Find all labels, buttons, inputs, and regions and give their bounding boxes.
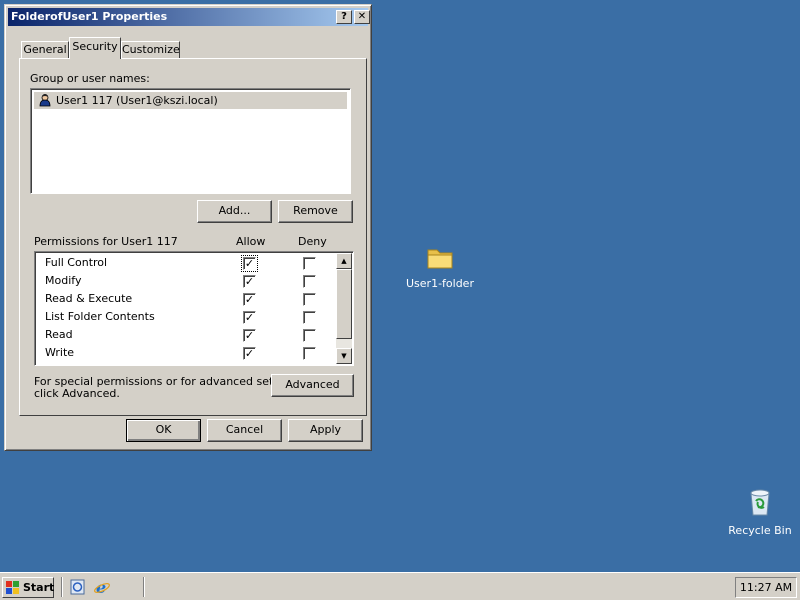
allow-checkbox[interactable]: ✓ (243, 275, 256, 288)
cancel-button[interactable]: Cancel (207, 419, 282, 442)
desktop-icon-user1-folder[interactable]: User1-folder (400, 246, 480, 290)
properties-window: FolderofUser1 Properties ? ✕ General Sec… (4, 4, 372, 451)
special-permissions-text: For special permissions or for advanced … (34, 376, 304, 400)
internet-explorer-icon[interactable]: e (93, 578, 111, 597)
system-tray-clock[interactable]: 11:27 AM (735, 577, 797, 598)
permissions-scrollbar[interactable]: ▲ ▼ (336, 253, 352, 364)
ok-button[interactable]: OK (126, 419, 201, 442)
permission-row: Read & Execute (45, 292, 133, 305)
help-button[interactable]: ? (336, 10, 352, 24)
permission-row: Full Control (45, 256, 108, 269)
add-button[interactable]: Add... (197, 200, 272, 223)
desktop-icon-recycle-bin[interactable]: Recycle Bin (720, 487, 800, 537)
start-label: Start (23, 581, 55, 594)
remove-button[interactable]: Remove (278, 200, 353, 223)
allow-header: Allow (236, 235, 266, 248)
deny-checkbox[interactable] (303, 275, 316, 288)
start-button[interactable]: Start (2, 577, 54, 598)
tab-customize[interactable]: Customize (121, 41, 180, 59)
windows-logo-icon (6, 581, 20, 600)
deny-header: Deny (298, 235, 327, 248)
apply-button[interactable]: Apply (288, 419, 363, 442)
close-button[interactable]: ✕ (354, 10, 370, 24)
recycle-bin-icon (750, 489, 770, 516)
allow-checkbox[interactable]: ✓ (243, 311, 256, 324)
allow-checkbox[interactable]: ✓ (241, 255, 258, 272)
permission-row: Write (45, 346, 75, 359)
security-tab-panel: Group or user names: User1 117 (User1@ks… (19, 58, 367, 416)
desktop-icon-label: Recycle Bin (728, 524, 792, 537)
scroll-down-button[interactable]: ▼ (336, 348, 352, 364)
taskbar-separator (61, 577, 63, 597)
taskbar-separator (143, 577, 145, 597)
permission-row: Read (45, 328, 73, 341)
server-manager-icon[interactable] (69, 578, 87, 596)
list-item[interactable]: User1 117 (User1@kszi.local) (34, 92, 347, 109)
advanced-button[interactable]: Advanced (271, 374, 354, 397)
folder-icon (427, 249, 453, 269)
scroll-up-button[interactable]: ▲ (336, 253, 352, 269)
allow-checkbox[interactable]: ✓ (243, 293, 256, 306)
user-list[interactable]: User1 117 (User1@kszi.local) (30, 88, 351, 194)
title-bar[interactable]: FolderofUser1 Properties ? ✕ (8, 8, 370, 26)
window-title: FolderofUser1 Properties (11, 10, 168, 23)
deny-checkbox[interactable] (303, 311, 316, 324)
group-user-names-label: Group or user names: (30, 72, 150, 85)
desktop-icon-label: User1-folder (406, 277, 474, 290)
tab-security[interactable]: Security (69, 37, 121, 59)
permissions-list[interactable]: Full Control ✓ Modify ✓ Read & Execute ✓ List … (34, 251, 354, 366)
allow-checkbox[interactable]: ✓ (243, 329, 256, 342)
scroll-thumb[interactable] (336, 269, 352, 339)
user-icon (38, 93, 52, 112)
deny-checkbox[interactable] (303, 329, 316, 342)
tab-general[interactable]: General (21, 41, 69, 59)
permissions-label: Permissions for User1 117 (34, 235, 178, 248)
permission-row: List Folder Contents (45, 310, 155, 323)
user-name: User1 117 (User1@kszi.local) (56, 94, 218, 107)
deny-checkbox[interactable] (303, 257, 316, 270)
special-permissions-line2: click Advanced. (34, 387, 120, 400)
permission-row: Modify (45, 274, 82, 287)
taskbar: Start e 11:27 AM (0, 572, 800, 600)
deny-checkbox[interactable] (303, 347, 316, 360)
allow-checkbox[interactable]: ✓ (243, 347, 256, 360)
deny-checkbox[interactable] (303, 293, 316, 306)
